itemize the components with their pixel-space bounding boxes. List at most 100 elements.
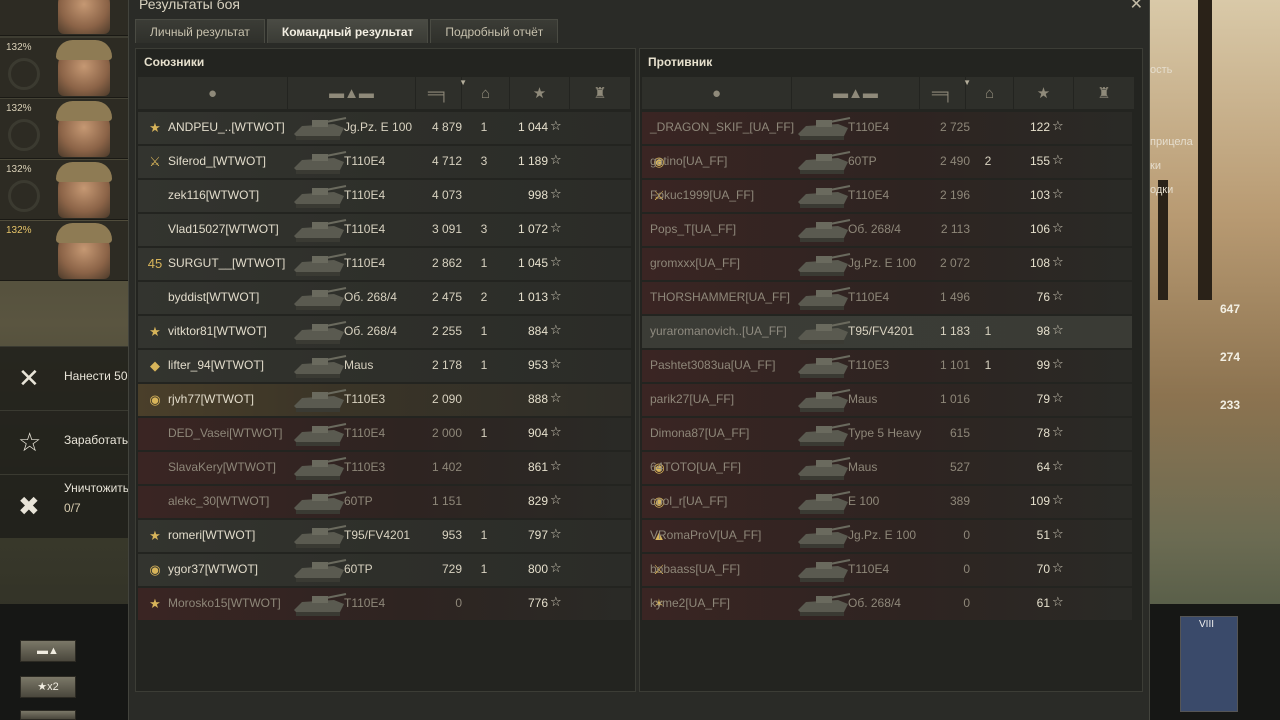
header-xp-icon[interactable]: ★ bbox=[510, 77, 570, 109]
mission-earn[interactable]: ☆ Заработать bbox=[0, 410, 130, 474]
damage-value: 1 183 bbox=[939, 324, 970, 338]
enemies-header: ● ▬▲▬ ═╕ ▼ ⌂ ★ ♜ bbox=[642, 77, 1134, 109]
crew-face bbox=[58, 0, 110, 34]
player-name: parik27[UA_FF] bbox=[650, 392, 735, 406]
xp-value: 51 bbox=[1036, 528, 1050, 542]
crew-portrait[interactable]: 132% bbox=[0, 160, 130, 220]
player-row[interactable]: ✶ kyme2[UA_FF] Об. 268/4 0 61 ☆ bbox=[642, 588, 1132, 620]
kills-value: 3 bbox=[480, 154, 488, 168]
tier-label: VIII bbox=[1199, 619, 1215, 630]
kills-value: 1 bbox=[480, 358, 488, 372]
header-medals-icon[interactable]: ♜ bbox=[1074, 77, 1134, 109]
crew-portrait[interactable]: 132% bbox=[0, 99, 130, 159]
damage-value: 4 879 bbox=[431, 120, 462, 134]
player-row[interactable]: parik27[UA_FF] Maus 1 016 79 ☆ bbox=[642, 384, 1132, 416]
header-player-icon[interactable]: ● bbox=[642, 77, 792, 109]
crew-portrait[interactable]: 132% bbox=[0, 38, 130, 98]
x2-filter-button[interactable]: ★x2 bbox=[20, 676, 76, 698]
player-row[interactable]: THORSHAMMER[UA_FF] T110E4 1 496 76 ☆ bbox=[642, 282, 1132, 314]
player-row[interactable]: Pops_T[UA_FF] Об. 268/4 2 113 106 ☆ bbox=[642, 214, 1132, 246]
header-kills-icon[interactable]: ⌂ bbox=[462, 77, 510, 109]
player-row[interactable]: gromxxx[UA_FF] Jg.Pz. E 100 2 072 108 ☆ bbox=[642, 248, 1132, 280]
filter-button[interactable] bbox=[20, 710, 76, 720]
player-name: vitktor81[WTWOT] bbox=[168, 324, 267, 338]
kills-value: 3 bbox=[480, 222, 488, 236]
tab-team[interactable]: Командный результат bbox=[266, 19, 429, 43]
header-player-icon[interactable]: ● bbox=[138, 77, 288, 109]
vehicle-card[interactable]: VIII bbox=[1180, 616, 1238, 712]
player-row[interactable]: ★ romeri[WTWOT] T95/FV4201 953 1 797 ☆ bbox=[138, 520, 631, 552]
right-counter: 233 bbox=[1219, 398, 1240, 412]
player-row[interactable]: Dimona87[UA_FF] Type 5 Heavy 615 78 ☆ bbox=[642, 418, 1132, 450]
header-tank-icon[interactable]: ▬▲▬ bbox=[792, 77, 920, 109]
player-row[interactable]: DED_Vasei[WTWOT] T110E4 2 000 1 904 ☆ bbox=[138, 418, 631, 450]
mission-damage[interactable]: ✕ Нанести 500 bbox=[0, 346, 130, 410]
kills-value: 1 bbox=[984, 358, 992, 372]
player-name: yuraromanovich..[UA_FF] bbox=[650, 324, 787, 338]
header-damage-icon[interactable]: ═╕ ▼ bbox=[920, 77, 971, 109]
player-row[interactable]: Vlad15027[WTWOT] T110E4 3 091 3 1 072 ☆ bbox=[138, 214, 631, 246]
player-row[interactable]: ◉ 64TOTO[UA_FF] Maus 527 64 ☆ bbox=[642, 452, 1132, 484]
player-row[interactable]: ◉ cool_r[UA_FF] E 100 389 109 ☆ bbox=[642, 486, 1132, 518]
player-name: DED_Vasei[WTWOT] bbox=[168, 426, 283, 440]
player-row[interactable]: ◆ lifter_94[WTWOT] Maus 2 178 1 953 ☆ bbox=[138, 350, 631, 382]
tank-filter-button[interactable]: ▬▲ bbox=[20, 640, 76, 662]
tank-icon bbox=[294, 593, 347, 616]
player-name: cool_r[UA_FF] bbox=[650, 494, 728, 508]
header-tank-icon[interactable]: ▬▲▬ bbox=[288, 77, 416, 109]
player-row[interactable]: _DRAGON_SKIF_[UA_FF] T110E4 2 725 122 ☆ bbox=[642, 112, 1132, 144]
header-medals-icon[interactable]: ♜ bbox=[570, 77, 630, 109]
xp-value: 888 bbox=[527, 392, 548, 406]
damage-value: 1 151 bbox=[431, 494, 462, 508]
player-row[interactable]: 45 SURGUT__[WTWOT] T110E4 2 862 1 1 045 ☆ bbox=[138, 248, 631, 280]
tank-icon bbox=[294, 117, 347, 140]
mission-destroy[interactable]: ✖ Уничтожить 0/7 bbox=[0, 474, 130, 538]
player-row[interactable]: zek116[WTWOT] T110E4 4 073 998 ☆ bbox=[138, 180, 631, 212]
player-row[interactable]: Pashtet3083ua[UA_FF] T110E3 1 101 1 99 ☆ bbox=[642, 350, 1132, 382]
xp-value: 99 bbox=[1036, 358, 1050, 372]
clan-badge-icon: ⚔ bbox=[149, 154, 161, 169]
vehicle-name: T110E4 bbox=[344, 426, 386, 440]
tab-detailed[interactable]: Подробный отчёт bbox=[430, 19, 559, 43]
player-row[interactable]: ◉ gatino[UA_FF] 60TP 2 490 2 155 ☆ bbox=[642, 146, 1132, 178]
crew-portrait[interactable] bbox=[0, 0, 130, 36]
tank-icon bbox=[798, 389, 851, 412]
player-row[interactable]: ◉ rjvh77[WTWOT] T110E3 2 090 888 ☆ bbox=[138, 384, 631, 416]
vehicle-name: Об. 268/4 bbox=[848, 222, 901, 236]
tank-icon bbox=[294, 423, 347, 446]
player-name: romeri[WTWOT] bbox=[168, 528, 256, 542]
allies-rows: ★ ANDPEU_..[WTWOT] Jg.Pz. E 100 4 879 1 1 044… bbox=[138, 112, 631, 622]
player-row[interactable]: byddist[WTWOT] Об. 268/4 2 475 2 1 013 ☆ bbox=[138, 282, 631, 314]
tank-icon bbox=[294, 389, 347, 412]
header-kills-icon[interactable]: ⌂ bbox=[966, 77, 1014, 109]
close-icon[interactable]: ✕ bbox=[1130, 0, 1143, 14]
player-row[interactable]: alekc_30[WTWOT] 60TP 1 151 829 ☆ bbox=[138, 486, 631, 518]
player-row[interactable]: SlavaKery[WTWOT] T110E3 1 402 861 ☆ bbox=[138, 452, 631, 484]
allies-title: Союзники bbox=[144, 55, 205, 69]
player-row[interactable]: ⚔ Siferod_[WTWOT] T110E4 4 712 3 1 189 ☆ bbox=[138, 146, 631, 178]
damage-value: 527 bbox=[949, 460, 970, 474]
crew-portrait[interactable]: 132% bbox=[0, 221, 130, 281]
player-row[interactable]: yuraromanovich..[UA_FF] T95/FV4201 1 183 1 9… bbox=[642, 316, 1132, 348]
player-row[interactable]: ★ ANDPEU_..[WTWOT] Jg.Pz. E 100 4 879 1 1 044… bbox=[138, 112, 631, 144]
clan-badge-icon: ★ bbox=[149, 528, 161, 543]
crew-face bbox=[56, 101, 112, 157]
tab-personal[interactable]: Личный результат bbox=[135, 19, 265, 43]
xp-star-icon: ☆ bbox=[1052, 118, 1064, 133]
header-damage-icon[interactable]: ═╕ ▼ bbox=[416, 77, 467, 109]
header-xp-icon[interactable]: ★ bbox=[1014, 77, 1074, 109]
kills-value: 2 bbox=[984, 154, 992, 168]
crew-skill-pct: 132% bbox=[6, 164, 32, 175]
player-row[interactable]: ⚔ bobaass[UA_FF] T110E4 0 70 ☆ bbox=[642, 554, 1132, 586]
player-row[interactable]: ▲ VRomaProV[UA_FF] Jg.Pz. E 100 0 51 ☆ bbox=[642, 520, 1132, 552]
player-row[interactable]: ⚔ Fokuc1999[UA_FF] T110E4 2 196 103 ☆ bbox=[642, 180, 1132, 212]
player-row[interactable]: ◉ ygor37[WTWOT] 60TP 729 1 800 ☆ bbox=[138, 554, 631, 586]
xp-value: 103 bbox=[1029, 188, 1050, 202]
player-row[interactable]: ★ vitktor81[WTWOT] Об. 268/4 2 255 1 884 ☆ bbox=[138, 316, 631, 348]
damage-value: 2 178 bbox=[431, 358, 462, 372]
tank-icon bbox=[294, 457, 347, 480]
tank-icon bbox=[798, 559, 851, 582]
damage-value: 2 255 bbox=[431, 324, 462, 338]
damage-value: 0 bbox=[963, 528, 970, 542]
player-row[interactable]: ★ Morosko15[WTWOT] T110E4 0 776 ☆ bbox=[138, 588, 631, 620]
